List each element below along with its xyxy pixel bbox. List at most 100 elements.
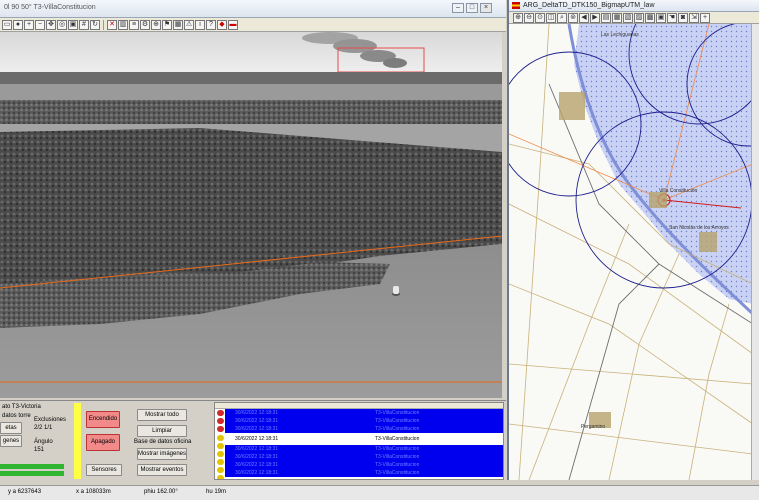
help-icon[interactable]: ? bbox=[206, 19, 216, 30]
event-row[interactable]: 30/6/2022 12:18:31 T3-VillaConstitucion bbox=[225, 445, 503, 453]
grid-icon[interactable]: # bbox=[79, 19, 89, 30]
info-icon[interactable]: ▨ bbox=[634, 12, 644, 23]
settings-icon[interactable]: ▩ bbox=[645, 12, 655, 23]
zoom-window-icon[interactable]: ◫ bbox=[546, 12, 556, 23]
print-icon[interactable]: ▦ bbox=[612, 12, 622, 23]
event-row[interactable]: 30/6/2022 12:18:31 T3-VillaConstitucion bbox=[225, 461, 503, 469]
mostrar-eventos-button[interactable]: Mostrar eventos bbox=[137, 464, 187, 476]
base-datos-label: Base de datos oficina bbox=[134, 439, 192, 445]
map-icon[interactable]: ▦ bbox=[173, 19, 183, 30]
alarm-icon[interactable]: ◆ bbox=[217, 19, 227, 30]
event-location: T3-VillaConstitucion bbox=[375, 454, 420, 460]
back-icon[interactable]: ◀ bbox=[579, 12, 589, 23]
toolbar-separator bbox=[103, 19, 104, 30]
apagado-button[interactable]: Apagado bbox=[86, 434, 120, 451]
cancel-icon[interactable]: ✕ bbox=[107, 19, 117, 30]
measure-icon[interactable]: ▤ bbox=[601, 12, 611, 23]
map-toolbar: ⊕ ⊖ ⊙ ◫ ⌕ ⊚ ◀ ▶ ▤ ▦ ▧ ▨ ▩ ▣ ☚ ◙ ⇲ + bbox=[509, 12, 759, 24]
exclusiones-label: Exclusiones bbox=[34, 417, 67, 423]
buoy bbox=[392, 286, 400, 296]
alarm-icon bbox=[217, 418, 224, 424]
event-row[interactable]: 30/6/2022 12:18:31 T3-VillaConstitucion bbox=[225, 409, 503, 417]
save-icon[interactable]: ▣ bbox=[656, 12, 666, 23]
alarm-icon bbox=[217, 426, 224, 432]
sensores-button[interactable]: Sensores bbox=[86, 464, 122, 476]
event-location: T3-VillaConstitucion bbox=[375, 426, 420, 432]
forward-icon[interactable]: ▶ bbox=[590, 12, 600, 23]
settings-icon[interactable]: ⚙ bbox=[140, 19, 150, 30]
map-window-title: ARG_DeltaTD_DTK150_BigmapUTM_law bbox=[523, 2, 655, 9]
mostrar-imagenes-button[interactable]: Mostrar imágenes bbox=[137, 448, 187, 460]
flag-icon bbox=[512, 2, 520, 9]
maximize-button[interactable]: □ bbox=[466, 3, 478, 13]
event-date: 30/6/2022 12:18:31 bbox=[235, 470, 279, 476]
warning-icon bbox=[217, 475, 224, 479]
limpiar-button[interactable]: Limpiar bbox=[137, 425, 187, 437]
place-label: Villa Constitución bbox=[659, 188, 697, 194]
pan-icon[interactable]: ✥ bbox=[46, 19, 56, 30]
event-date: 30/6/2022 12:18:31 bbox=[235, 410, 279, 416]
capture-icon[interactable]: ▣ bbox=[68, 19, 78, 30]
target-icon[interactable]: ⊕ bbox=[151, 19, 161, 30]
status-bar-green bbox=[0, 471, 64, 476]
locate-icon[interactable]: ⊚ bbox=[568, 12, 578, 23]
flag-icon[interactable]: ⚑ bbox=[162, 19, 172, 30]
event-row[interactable]: 30/6/2022 12:18:31 T3-VillaConstitucion bbox=[225, 469, 503, 477]
exclusiones-value: 2/2 1/1 bbox=[34, 425, 53, 431]
map-view[interactable]: Villa Constitución San Nicolás de los Ar… bbox=[509, 24, 753, 480]
alert-icon[interactable]: ⚠ bbox=[184, 19, 194, 30]
coord-x: x a 108033m bbox=[76, 489, 111, 495]
zoom-out-icon[interactable]: − bbox=[35, 19, 45, 30]
crosshair-icon[interactable]: + bbox=[700, 12, 710, 23]
tree-line bbox=[0, 100, 502, 124]
minimize-button[interactable]: – bbox=[452, 3, 464, 13]
zoom-in-icon[interactable]: + bbox=[24, 19, 34, 30]
warning-icon bbox=[217, 467, 224, 473]
encendido-button[interactable]: Encendido bbox=[86, 411, 120, 428]
event-row[interactable]: 30/6/2022 12:18:31 T3-VillaConstitucion bbox=[225, 453, 503, 461]
pointer-icon[interactable]: ☚ bbox=[667, 12, 677, 23]
event-date: 30/6/2022 12:18:31 bbox=[235, 446, 279, 452]
alarm-icon bbox=[217, 410, 224, 416]
place-label: San Nicolás de los Arroyos bbox=[669, 225, 729, 231]
camera-view[interactable] bbox=[0, 32, 502, 398]
place-label: Las Lechiguanas bbox=[601, 32, 639, 38]
focus-icon[interactable]: ◎ bbox=[57, 19, 67, 30]
event-location: T3-VillaConstitucion bbox=[375, 462, 420, 468]
record-icon[interactable]: ● bbox=[13, 19, 23, 30]
info-icon[interactable]: i bbox=[195, 19, 205, 30]
layers-icon[interactable]: ▧ bbox=[623, 12, 633, 23]
event-row-selected[interactable]: 30/6/2022 12:18:31 T3-VillaConstitucion bbox=[225, 435, 503, 443]
chart-icon[interactable]: ▥ bbox=[118, 19, 128, 30]
zoom-out-icon[interactable]: ⊖ bbox=[524, 12, 534, 23]
mostrar-todo-button[interactable]: Mostrar todo bbox=[137, 409, 187, 421]
refresh-icon[interactable]: ↻ bbox=[90, 19, 100, 30]
events-list[interactable]: 30/6/2022 12:18:31 T3-VillaConstitucion 3… bbox=[214, 402, 504, 480]
export-icon[interactable]: ⇲ bbox=[689, 12, 699, 23]
search-icon[interactable]: ⌕ bbox=[557, 12, 567, 23]
close-button[interactable]: × bbox=[480, 3, 492, 13]
zoom-in-icon[interactable]: ⊕ bbox=[513, 12, 523, 23]
car-icon[interactable]: ▬ bbox=[228, 19, 238, 30]
camera-window: 0l 90 50° T3-VillaConstitucion – □ × ▭ ●… bbox=[0, 0, 506, 400]
event-location: T3-VillaConstitucion bbox=[375, 418, 420, 424]
event-icons-column bbox=[215, 409, 225, 479]
event-location: T3-VillaConstitucion bbox=[375, 410, 420, 416]
map-scrollbar[interactable] bbox=[751, 24, 759, 480]
horizon-band bbox=[0, 72, 502, 84]
folder-icon[interactable]: ▭ bbox=[2, 19, 12, 30]
angulo-value: 151 bbox=[34, 447, 45, 453]
event-row[interactable]: 30/6/2022 12:18:31 T3-VillaConstitucion bbox=[225, 425, 503, 433]
layers-icon[interactable]: ≡ bbox=[129, 19, 139, 30]
camera-icon[interactable]: ◙ bbox=[678, 12, 688, 23]
map-canvas: Villa Constitución San Nicolás de los Ar… bbox=[509, 24, 753, 480]
datos-torre-label: datos torre bbox=[2, 413, 31, 419]
event-location: T3-VillaConstitucion bbox=[375, 446, 420, 452]
tower-label: ato T3-Victoria bbox=[2, 404, 41, 410]
event-row[interactable]: 30/6/2022 12:18:31 T3-VillaConstitucion bbox=[225, 417, 503, 425]
etas-button[interactable]: etas bbox=[0, 422, 22, 434]
status-bar-green bbox=[0, 464, 64, 469]
zoom-fit-icon[interactable]: ⊙ bbox=[535, 12, 545, 23]
genes-button[interactable]: genes bbox=[0, 435, 22, 447]
hu-readout: hu 19m bbox=[206, 489, 227, 495]
